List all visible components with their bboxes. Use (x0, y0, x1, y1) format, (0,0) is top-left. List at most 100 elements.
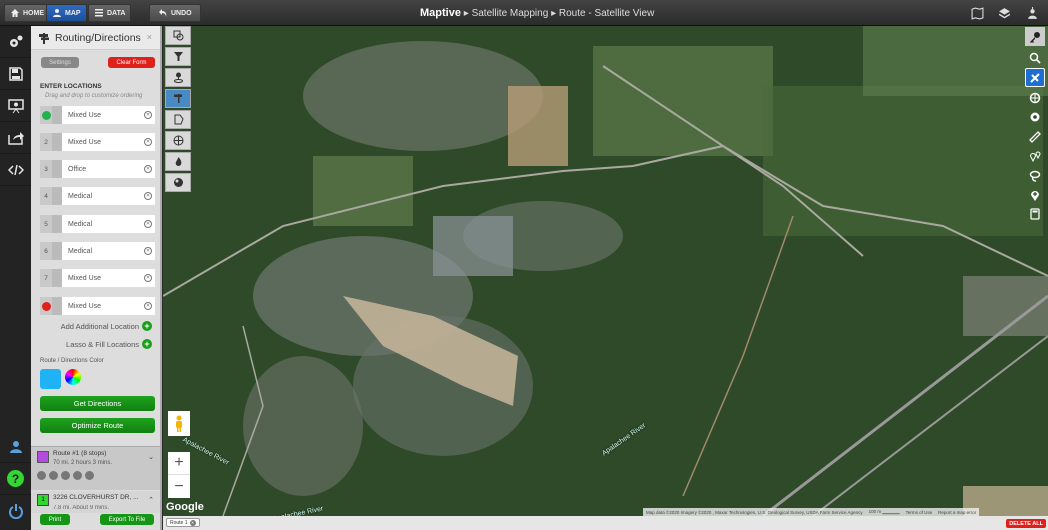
clear-location-icon[interactable]: ✕ (144, 274, 152, 282)
route-color-swatch[interactable] (40, 369, 61, 389)
clear-location-icon[interactable]: ✕ (144, 165, 152, 173)
zoom-in-button[interactable]: + (168, 452, 190, 475)
location-input[interactable]: Mixed Use ✕ (62, 297, 155, 315)
routing-panel: Routing/Directions × Settings Clear Form… (31, 26, 162, 530)
shapes-icon[interactable] (165, 26, 191, 45)
location-row[interactable]: 2 Mixed Use ✕ (40, 133, 155, 151)
add-pin-icon[interactable] (1025, 185, 1045, 204)
upload-icon[interactable] (73, 471, 82, 480)
drag-handle[interactable] (52, 242, 62, 260)
route-tool-icon[interactable] (1025, 68, 1045, 87)
help-icon[interactable]: ? (0, 463, 31, 495)
multi-pin-icon[interactable] (1025, 146, 1045, 165)
drag-handle[interactable] (52, 297, 62, 315)
crosshair-icon[interactable] (1025, 88, 1045, 107)
location-input[interactable]: Medical ✕ (62, 242, 155, 260)
plus-icon: + (142, 321, 152, 331)
zoom-out-button[interactable]: − (168, 475, 190, 498)
ruler-icon[interactable] (1025, 127, 1045, 146)
settings-gears-icon[interactable] (0, 26, 31, 58)
settings-button[interactable]: Settings (41, 57, 79, 68)
calculator-icon[interactable] (1025, 204, 1045, 223)
layers-icon[interactable] (992, 3, 1016, 23)
terms-link[interactable]: Terms of Use (906, 510, 933, 515)
polygon-icon[interactable] (165, 110, 191, 129)
location-row[interactable]: 6 Medical ✕ (40, 242, 155, 260)
export-icon[interactable] (0, 122, 31, 154)
drag-handle[interactable] (52, 106, 62, 124)
drag-handle[interactable] (52, 187, 62, 205)
home-button[interactable]: HOME (4, 4, 50, 22)
clear-location-icon[interactable]: ✕ (144, 138, 152, 146)
location-row[interactable]: 3 Office ✕ (40, 160, 155, 178)
lasso-fill-link[interactable]: Lasso & Fill Locations + (66, 339, 152, 349)
location-row[interactable]: 4 Medical ✕ (40, 187, 155, 205)
location-input[interactable]: Office ✕ (62, 160, 155, 178)
clear-location-icon[interactable]: ✕ (144, 302, 152, 310)
user-icon[interactable] (0, 431, 31, 463)
location-row[interactable]: 7 Mixed Use ✕ (40, 269, 155, 287)
route-tab[interactable]: Route 1 ✕ (166, 518, 200, 527)
export-button[interactable]: Export To File (100, 514, 154, 525)
heatmap-icon[interactable] (165, 152, 191, 171)
clear-location-icon[interactable]: ✕ (144, 111, 152, 119)
marker-gear-icon[interactable] (1025, 107, 1045, 126)
routing-icon[interactable] (165, 89, 191, 108)
globe-icon[interactable] (165, 131, 191, 150)
region-icon[interactable] (165, 173, 191, 192)
panel-header: Routing/Directions × (31, 26, 160, 50)
power-icon[interactable] (0, 495, 31, 527)
embed-code-icon[interactable] (0, 154, 31, 186)
drag-handle[interactable] (52, 133, 62, 151)
location-input[interactable]: Mixed Use ✕ (62, 133, 155, 151)
close-panel-icon[interactable]: × (147, 32, 152, 42)
location-input[interactable]: Medical ✕ (62, 187, 155, 205)
share-user-icon[interactable] (1020, 3, 1044, 23)
get-directions-button[interactable]: Get Directions (40, 396, 155, 411)
satellite-map[interactable]: Apalachee River Apalachee River Apalache… (163, 26, 1048, 516)
drag-handle[interactable] (52, 215, 62, 233)
zoom-route-icon[interactable] (85, 471, 94, 480)
add-location-link[interactable]: Add Additional Location + (61, 321, 152, 331)
search-icon[interactable] (1025, 48, 1045, 67)
optimize-route-button[interactable]: Optimize Route (40, 418, 155, 433)
location-input[interactable]: Mixed Use ✕ (62, 269, 155, 287)
chevron-down-icon[interactable]: ⌄ (148, 453, 154, 461)
location-input[interactable]: Medical ✕ (62, 215, 155, 233)
link-icon[interactable] (49, 471, 58, 480)
presentation-icon[interactable] (0, 90, 31, 122)
clear-location-icon[interactable]: ✕ (144, 247, 152, 255)
color-wheel-icon[interactable] (65, 369, 81, 385)
key-icon[interactable] (1025, 27, 1045, 46)
clear-location-icon[interactable]: ✕ (144, 220, 152, 228)
pin-icon[interactable] (165, 68, 191, 87)
zoom-control: + − (168, 452, 190, 498)
route-summary[interactable]: Route #1 (8 stops) 70 mi. 2 hours 3 mins… (31, 446, 160, 490)
save-icon[interactable] (0, 58, 31, 90)
clear-form-button[interactable]: Clear Form (108, 57, 155, 68)
map-button[interactable]: MAP (46, 4, 87, 22)
drag-handle[interactable] (52, 269, 62, 287)
lasso-icon[interactable] (1025, 166, 1045, 185)
location-row[interactable]: Mixed Use ✕ (40, 106, 155, 124)
map-icon[interactable] (965, 3, 989, 23)
print-button[interactable]: Print (40, 514, 70, 525)
location-input[interactable]: Mixed Use ✕ (62, 106, 155, 124)
delete-all-button[interactable]: DELETE ALL (1006, 519, 1046, 528)
location-row[interactable]: Mixed Use ✕ (40, 297, 155, 315)
clear-location-icon[interactable]: ✕ (144, 192, 152, 200)
trash-icon[interactable] (37, 471, 46, 480)
filter-icon[interactable] (165, 47, 191, 66)
data-button[interactable]: DATA (88, 4, 132, 22)
report-error-link[interactable]: Report a map error (938, 510, 976, 515)
route-color-label: Route / Directions Color (40, 358, 104, 364)
hide-icon[interactable] (61, 471, 70, 480)
close-tab-icon[interactable]: ✕ (189, 519, 196, 526)
route-stop[interactable]: 1 3226 CLOVERHURST DR, ... 7.8 mi. About… (31, 491, 160, 513)
drag-handle[interactable] (52, 160, 62, 178)
stop-summary: 7.8 mi. About 9 mins. (53, 505, 110, 511)
location-row[interactable]: 5 Medical ✕ (40, 215, 155, 233)
street-view-pegman-icon[interactable] (168, 411, 190, 436)
undo-button[interactable]: UNDO (149, 4, 201, 22)
chevron-up-icon[interactable]: ⌃ (148, 496, 154, 504)
